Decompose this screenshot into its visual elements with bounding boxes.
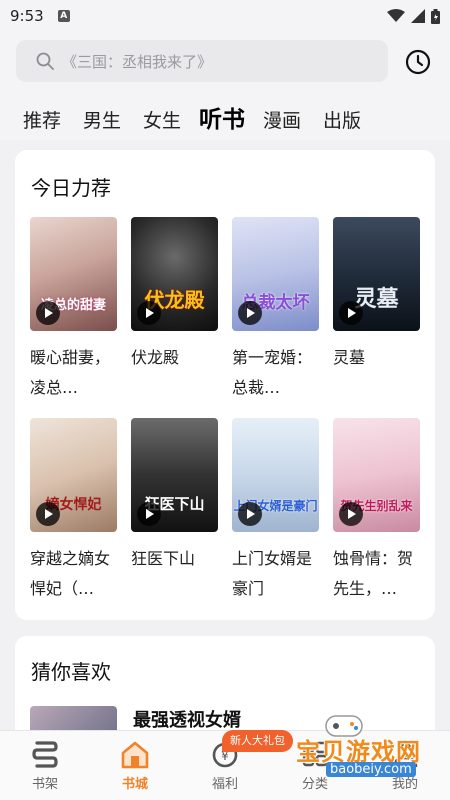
play-icon[interactable] [339, 301, 363, 325]
book-title: 上门女婿是豪门 [232, 549, 313, 598]
search-placeholder: 《三国：丞相我来了》 [62, 52, 213, 71]
wifi-icon [387, 9, 405, 22]
book-cover: 上门女婿是豪门 [232, 418, 319, 532]
book-cover: 伏龙殿 [131, 217, 218, 331]
book-title: 暖心甜妻，凌总… [30, 348, 111, 397]
book-cover: 凌总的甜妻 [30, 217, 117, 331]
tab-comics[interactable]: 漫画 [263, 106, 301, 133]
guess-title: 猜你喜欢 [31, 660, 111, 684]
history-button[interactable] [404, 48, 432, 76]
search-input[interactable]: 《三国：丞相我来了》 [16, 40, 388, 82]
tab-recommend[interactable]: 推荐 [23, 106, 61, 133]
status-bar: 9:53 A [0, 0, 450, 32]
play-icon[interactable] [36, 502, 60, 526]
book-cover: 灵墓 [333, 217, 420, 331]
play-icon[interactable] [238, 502, 262, 526]
nav-bookshelf[interactable]: 书架 [10, 739, 80, 792]
clock-icon [405, 49, 431, 75]
book-title: 狂医下山 [131, 549, 196, 568]
watermark-url: baobeiy.com [326, 762, 416, 777]
signal-icon [411, 9, 425, 23]
notification-a-icon: A [57, 10, 70, 22]
book-cover: 贺先生别乱来 [333, 418, 420, 532]
top-bar: 《三国：丞相我来了》 [0, 32, 450, 90]
book-cover: 嫡女悍妃 [30, 418, 117, 532]
status-icons [387, 8, 440, 24]
tab-audiobook[interactable]: 听书 [199, 100, 245, 134]
tab-male[interactable]: 男生 [83, 106, 121, 133]
book-item[interactable]: 嫡女悍妃 穿越之嫡女悍妃（… [30, 418, 117, 604]
book-item[interactable]: 凌总的甜妻 暖心甜妻，凌总… [30, 217, 117, 403]
recommend-title: 今日力荐 [31, 176, 111, 200]
book-cover: 总裁太坏 [232, 217, 319, 331]
book-title: 灵墓 [333, 348, 366, 367]
play-icon[interactable] [339, 502, 363, 526]
book-item[interactable]: 贺先生别乱来 蚀骨情：贺先生，… [333, 418, 420, 604]
watermark: 宝贝游戏网 baobeiy.com [282, 712, 442, 782]
book-item[interactable]: 伏龙殿 伏龙殿 [131, 217, 218, 403]
recommend-section: 今日力荐 凌总的甜妻 暖心甜妻，凌总… 伏龙殿 伏龙殿 总裁太坏 第一宠婚：总裁… [15, 150, 435, 620]
bookshelf-icon [32, 741, 58, 768]
category-tabs: 推荐 男生 女生 听书 漫画 出版 [0, 90, 450, 140]
book-cover: 狂医下山 [131, 418, 218, 532]
book-title[interactable]: 最强透视女婿 [133, 706, 241, 732]
book-title: 伏龙殿 [131, 348, 180, 367]
book-title: 穿越之嫡女悍妃（… [30, 549, 111, 598]
battery-icon [431, 8, 440, 24]
nav-bookstore[interactable]: 书城 [100, 739, 170, 792]
book-item[interactable]: 总裁太坏 第一宠婚：总裁… [232, 217, 319, 403]
bookstore-icon [121, 741, 149, 769]
status-time: 9:53 [10, 7, 44, 25]
play-icon[interactable] [137, 301, 161, 325]
book-item[interactable]: 狂医下山 狂医下山 [131, 418, 218, 604]
book-title: 第一宠婚：总裁… [232, 348, 313, 397]
book-item[interactable]: 灵墓 灵墓 [333, 217, 420, 403]
play-icon[interactable] [137, 502, 161, 526]
play-icon[interactable] [36, 301, 60, 325]
search-icon [36, 52, 54, 70]
play-icon[interactable] [238, 301, 262, 325]
book-title: 蚀骨情：贺先生，… [333, 549, 414, 598]
tab-female[interactable]: 女生 [143, 106, 181, 133]
book-item[interactable]: 上门女婿是豪门 上门女婿是豪门 [232, 418, 319, 604]
tab-publishing[interactable]: 出版 [323, 106, 361, 133]
